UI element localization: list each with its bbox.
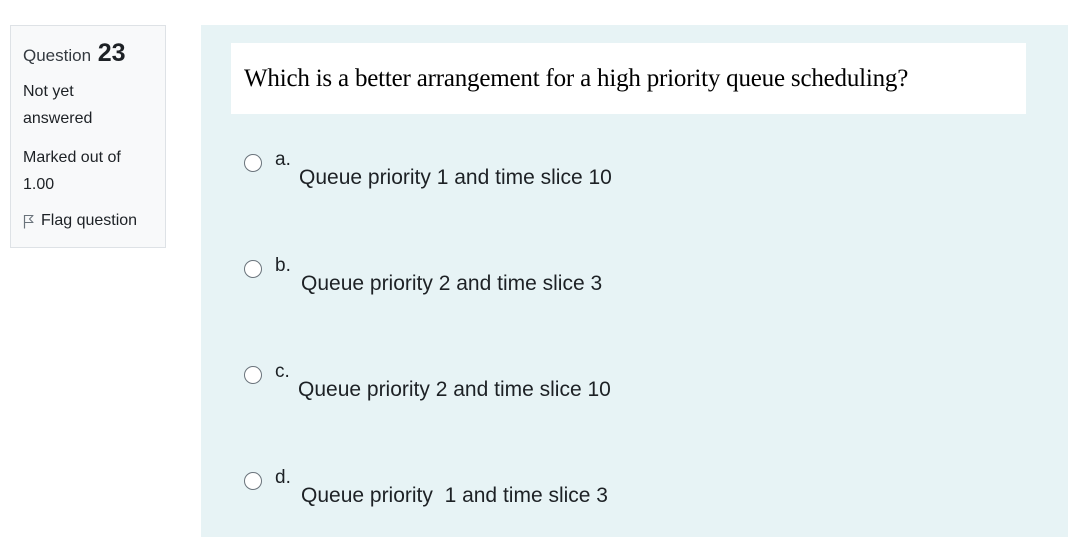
radio-b[interactable] [244,260,262,278]
question-content: Which is a better arrangement for a high… [201,25,1068,537]
question-state: Not yet answered [23,83,93,127]
answer-letter-b: b. [275,255,291,276]
radio-d[interactable] [244,472,262,490]
radio-c[interactable] [244,366,262,384]
question-number: 23 [97,39,126,67]
flag-question-label: Flag question [41,212,138,229]
flag-question-link[interactable]: Flag question [23,212,153,230]
answer-letter-c: c. [275,361,290,382]
question-label: Question [23,46,92,65]
answer-letter-a: a. [275,149,291,170]
flag-icon [23,214,34,228]
radio-a[interactable] [244,154,262,172]
answer-text-d[interactable]: Queue priority 1 and time slice 3 [301,484,608,508]
answer-text-a[interactable]: Queue priority 1 and time slice 10 [299,166,612,190]
answer-letter-d: d. [275,467,291,488]
question-info-panel: Question 23 Not yet answered Marked out … [10,25,166,248]
answer-text-c[interactable]: Queue priority 2 and time slice 10 [298,378,611,402]
question-grade: Marked out of 1.00 [23,149,121,193]
question-text: Which is a better arrangement for a high… [231,43,1026,114]
question-number-heading: Question 23 [23,39,153,68]
answer-text-b[interactable]: Queue priority 2 and time slice 3 [301,272,602,296]
